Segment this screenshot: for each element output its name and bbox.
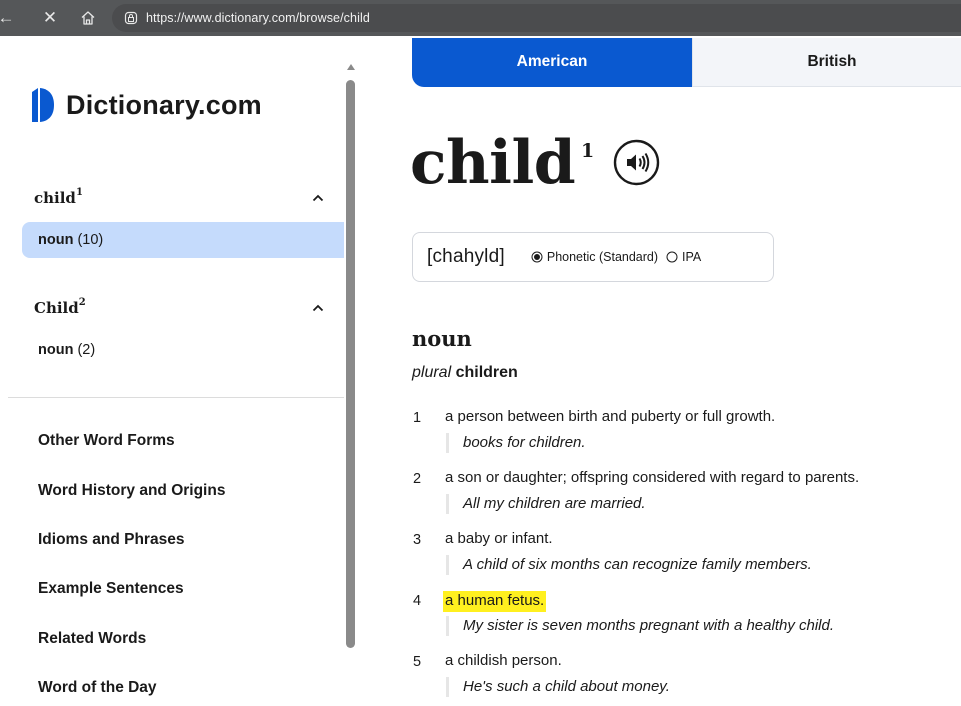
sidebar-link-related-words[interactable]: Related Words (38, 630, 146, 648)
address-bar[interactable]: https://www.dictionary.com/browse/child (112, 4, 961, 32)
definition-item: 1 a person between birth and puberty or … (412, 408, 952, 469)
pronunciation-text: [chahyld] (427, 246, 505, 267)
plural-form: plural children (412, 364, 518, 382)
scrollbar-thumb[interactable] (346, 80, 355, 648)
definition-example: He's such a child about money. (446, 677, 670, 697)
radio-selected-icon[interactable] (531, 251, 543, 263)
definition-example: A child of six months can recognize fami… (446, 555, 812, 575)
pronunciation-box: [chahyld] Phonetic (Standard) IPA (412, 232, 774, 282)
url-text[interactable]: https://www.dictionary.com/browse/child (146, 11, 370, 25)
definition-example: My sister is seven months pregnant with … (446, 616, 834, 636)
pos-count: (2) (77, 342, 96, 358)
definition-number: 4 (413, 593, 422, 609)
entry-superscript: 2 (78, 297, 86, 308)
definition-example: All my children are married. (446, 494, 646, 514)
definition-text: a childish person. (445, 652, 562, 669)
chevron-up-icon[interactable] (312, 304, 324, 312)
scroll-up-arrow-icon[interactable] (347, 64, 355, 70)
pos-label: noun (38, 232, 74, 248)
headword: child (410, 128, 576, 198)
tab-british[interactable]: British (691, 38, 961, 87)
definition-text: a baby or infant. (445, 530, 553, 547)
close-icon[interactable]: ✕ (38, 0, 62, 36)
dictionary-logo[interactable]: Dictionary.com (32, 88, 262, 122)
definition-list: 1 a person between birth and puberty or … (412, 408, 952, 706)
definition-number: 5 (413, 654, 422, 670)
radio-ipa[interactable]: IPA (666, 250, 701, 264)
dialect-toggle: American British (412, 38, 961, 87)
definition-example: books for children. (446, 433, 586, 453)
sidebar-item-noun-2[interactable]: noun (2) (22, 332, 344, 368)
definition-text: a person between birth and puberty or fu… (445, 408, 776, 425)
sidebar-link-idioms[interactable]: Idioms and Phrases (38, 531, 184, 549)
sidebar-item-noun-1[interactable]: noun (10) (22, 222, 344, 258)
radio-ipa-label: IPA (682, 250, 702, 264)
sidebar-link-other-word-forms[interactable]: Other Word Forms (38, 432, 175, 450)
plural-label: plural (412, 364, 452, 381)
browser-toolbar: ← ✕ https://www.dictionary.com/browse/ch… (0, 0, 961, 36)
logo-mark-icon (32, 88, 54, 122)
lock-icon[interactable] (124, 11, 138, 25)
entry-header-child-1[interactable]: child1 (34, 187, 324, 207)
highlighted-definition-text: a human fetus. (445, 591, 547, 612)
sidebar-link-example-sentences[interactable]: Example Sentences (38, 580, 184, 598)
headword-superscript: 1 (581, 140, 595, 162)
part-of-speech-heading: noun (412, 326, 472, 351)
entry-word: child1 (34, 187, 83, 207)
tab-american[interactable]: American (412, 38, 692, 87)
sidebar-link-word-history[interactable]: Word History and Origins (38, 482, 225, 500)
speaker-icon[interactable] (613, 139, 660, 186)
pos-label: noun (38, 342, 74, 358)
definition-item: 2 a son or daughter; offspring considere… (412, 469, 952, 530)
definition-number: 3 (413, 532, 422, 548)
sidebar-link-word-of-the-day[interactable]: Word of the Day (38, 679, 157, 697)
entry-header-child-2[interactable]: Child2 (34, 297, 324, 317)
definition-number: 1 (413, 410, 422, 426)
pos-count: (10) (77, 232, 104, 248)
radio-phonetic[interactable]: Phonetic (Standard) (531, 250, 658, 264)
definition-item-highlighted: 4 a human fetus. My sister is seven mont… (412, 591, 952, 652)
definition-item: 5 a childish person. He's such a child a… (412, 652, 952, 706)
entry-superscript: 1 (75, 187, 83, 198)
radio-unselected-icon[interactable] (666, 251, 678, 263)
back-arrow-icon[interactable]: ← (0, 0, 16, 36)
plural-word: children (455, 364, 518, 381)
sidebar-divider (8, 397, 344, 398)
definition-number: 2 (413, 471, 422, 487)
chevron-up-icon[interactable] (312, 194, 324, 202)
definition-item: 3 a baby or infant. A child of six month… (412, 530, 952, 591)
radio-phonetic-label: Phonetic (Standard) (546, 250, 659, 264)
sidebar: Dictionary.com child1 noun (10) Child2 n… (0, 36, 360, 706)
main-content: American British child 1 [chahyld] Phone… (360, 36, 961, 706)
home-icon[interactable] (80, 10, 96, 26)
entry-word: Child2 (34, 297, 86, 317)
logo-text: Dictionary.com (66, 89, 262, 120)
definition-text: a son or daughter; offspring considered … (445, 469, 860, 486)
